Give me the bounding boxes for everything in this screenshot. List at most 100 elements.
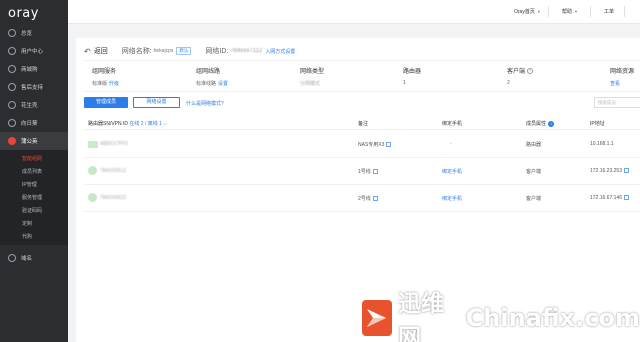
ip-cell: 172.16.67.146	[590, 195, 629, 201]
info-client: 客户端? 2	[507, 66, 534, 86]
client-icon	[88, 193, 97, 202]
info-title: 客户端	[507, 69, 526, 75]
dandelion-icon	[8, 137, 16, 145]
sidebar-item-peanut[interactable]: 花生壳	[0, 96, 68, 114]
subnav-item-purchase[interactable]: 代购	[0, 230, 68, 243]
note-cell: 2号线	[358, 195, 378, 202]
manage-members-button[interactable]: 管理成员	[84, 97, 128, 108]
device-name: 784XX6512	[100, 168, 127, 174]
member-cell: 客户端	[526, 196, 542, 202]
ticket-link[interactable]: 工单	[604, 8, 614, 15]
sidebar-item-domain[interactable]: 域名	[0, 249, 68, 267]
chevron-down-icon: ▼	[536, 9, 541, 14]
client-count: 2	[507, 80, 510, 86]
ip-cell: 172.16.23.253	[590, 168, 629, 174]
divider	[590, 6, 591, 17]
sidebar-item-label: 花生壳	[21, 103, 38, 109]
edit-icon[interactable]	[623, 195, 629, 201]
col-ip-header: IP地址	[590, 121, 605, 127]
info-title: 路由器	[403, 69, 422, 75]
sidebar-item-dandelion[interactable]: 蒲公英	[0, 132, 68, 150]
member-cell: 路由器	[526, 142, 542, 148]
sidebar-item-overview[interactable]: 总览	[0, 24, 68, 42]
note-text: NAS专用X3	[358, 142, 385, 148]
oray-home-link[interactable]: Oray首页 ▼	[514, 8, 541, 15]
subnav-item-smart-network[interactable]: 智能组网	[0, 152, 68, 165]
service-value: 标准版	[92, 81, 108, 87]
info-resource: 网络资源 查看	[610, 66, 634, 87]
sidebar-item-label: 商城购	[21, 67, 38, 73]
sidebar-item-label: 用户中心	[21, 49, 44, 55]
sidebar-item-mall[interactable]: 商城购	[0, 60, 68, 78]
topbar: Oray首页 ▼ 帮助 ▼ 工单	[68, 0, 640, 24]
sidebar-item-sunflower[interactable]: 向日葵	[0, 114, 68, 132]
bind-phone-link[interactable]: 绑定手机	[442, 195, 462, 202]
sidebar-item-label: 售后支持	[21, 85, 44, 91]
sidebar-item-support[interactable]: 售后支持	[0, 78, 68, 96]
member-search-input[interactable]: 搜索成员	[594, 97, 640, 108]
line-value: 标准线路	[196, 81, 217, 87]
sunflower-icon	[8, 119, 16, 127]
sidebar: oray 总览 用户中心 商城购 售后支持 花生壳 向日葵 蒲公英 智能组网 成…	[0, 0, 68, 342]
sidebar-item-label: 蒲公英	[21, 139, 38, 145]
subnav-item-members[interactable]: 成员列表	[0, 165, 68, 178]
info-value: 标准版 升级	[92, 80, 119, 87]
chevron-down-icon[interactable]: ⌵	[162, 121, 167, 127]
col-device-label: 路由器SN/VPN ID	[88, 121, 129, 127]
info-title: 组网服务	[92, 69, 117, 75]
divider	[624, 6, 625, 17]
table-row[interactable]: AB8XX7FF3 NAS专用X3 - 路由器 10.168.1.1	[84, 131, 640, 158]
edit-icon[interactable]	[623, 168, 629, 174]
back-arrow-icon[interactable]: ↶	[84, 47, 91, 56]
back-link[interactable]: 返回	[94, 46, 108, 56]
bind-phone-link[interactable]: 绑定手机	[442, 168, 462, 175]
ip-cell: 10.168.1.1	[590, 141, 614, 147]
upgrade-link[interactable]: 升级	[109, 81, 119, 87]
phone-cell: -	[450, 141, 452, 147]
col-note-header: 备注	[358, 121, 369, 127]
online-filter[interactable]: 在线 2 / 离线 1	[129, 121, 162, 127]
divider	[548, 6, 549, 17]
edit-icon[interactable]	[372, 169, 378, 175]
header-row: ↶ 返回 网络名称: hekejcps 默认 网络ID: 784xxx7112 …	[84, 45, 295, 57]
oray-home-label: Oray首页	[514, 9, 535, 15]
member-cell: 客户端	[526, 169, 542, 175]
subnav-item-ip[interactable]: IP管理	[0, 178, 68, 191]
client-icon	[88, 166, 97, 175]
dandelion-subnav: 智能组网 成员列表 IP管理 服务管理 验证码码 定制 代购	[0, 150, 68, 245]
watermark-en: Chinafix.com	[465, 304, 640, 332]
note-text: 2号线	[358, 196, 371, 202]
edit-icon[interactable]	[372, 196, 378, 202]
router-count: 1	[403, 80, 406, 86]
note-cell: NAS专用X3	[358, 141, 392, 148]
cart-icon	[8, 65, 16, 73]
chinafix-logo-icon	[362, 300, 393, 336]
oray-logo[interactable]: oray	[0, 0, 68, 24]
table-row[interactable]: 784XX6622 2号线 绑定手机 客户端 172.16.67.146	[84, 185, 640, 212]
help-icon[interactable]: ?	[527, 68, 534, 75]
info-type: 网络类型 分网模式	[300, 66, 324, 87]
network-name-value: hekejcps	[153, 48, 174, 54]
table-row[interactable]: 784XX6512 1号线 绑定手机 客户端 172.16.23.253	[84, 158, 640, 185]
sidebar-item-user-center[interactable]: 用户中心	[0, 42, 68, 60]
sidebar-item-label: 域名	[21, 256, 33, 262]
network-mode-help-link[interactable]: 什么是网络模式?	[186, 100, 224, 107]
network-detail-card: ↶ 返回 网络名称: hekejcps 默认 网络ID: 784xxx7112 …	[76, 38, 640, 342]
col-phone-header: 绑定手机	[442, 121, 463, 127]
user-icon	[8, 47, 16, 55]
resource-view-link[interactable]: 查看	[610, 80, 634, 87]
line-settings-link[interactable]: 设置	[218, 81, 228, 87]
subnav-item-service[interactable]: 服务管理	[0, 191, 68, 204]
network-id-label: 网络ID:	[205, 48, 229, 55]
peanut-icon	[8, 101, 16, 109]
info-line: 组网线路 标准线路 设置	[196, 66, 228, 87]
subnav-item-verify[interactable]: 验证码码	[0, 204, 68, 217]
join-method-link[interactable]: 入网方式设置	[265, 48, 295, 55]
subnav-item-custom[interactable]: 定制	[0, 217, 68, 230]
help-link[interactable]: 帮助 ▼	[562, 8, 578, 15]
network-settings-button[interactable]: 网络设置	[133, 97, 180, 108]
edit-icon[interactable]	[386, 142, 392, 148]
info-icon[interactable]: i	[548, 120, 555, 127]
col-device-header: 路由器SN/VPN ID 在线 2 / 离线 1 ⌵	[88, 120, 167, 127]
sidebar-item-label: 向日葵	[21, 121, 38, 127]
